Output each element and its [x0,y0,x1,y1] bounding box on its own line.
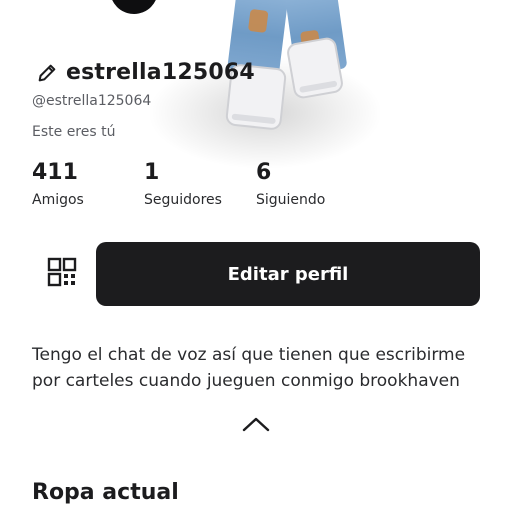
friends-count: 411 [32,160,78,185]
chevron-up-icon[interactable] [242,416,270,432]
following-label: Siguiendo [256,192,326,208]
followers-count: 1 [144,160,160,185]
bio-text: Tengo el chat de voz así que tienen que … [32,345,466,391]
avatar-hair [110,0,158,14]
followers-stat[interactable]: 1 Seguidores [144,160,222,208]
self-label: Este eres tú [32,124,116,140]
following-stat[interactable]: 6 Siguiendo [256,160,325,208]
pencil-icon[interactable] [36,62,58,84]
followers-label: Seguidores [144,192,222,208]
edit-profile-button[interactable]: Editar perfil [96,242,480,306]
qr-code-icon [47,257,77,287]
edit-profile-label: Editar perfil [227,263,349,285]
friends-stat[interactable]: 411 Amigos [32,160,84,208]
avatar-right-shoe [285,36,345,100]
display-name-row[interactable]: estrella125064 [36,60,255,85]
following-count: 6 [256,160,272,185]
current-outfit-title: Ropa actual [32,480,179,505]
username: @estrella125064 [32,93,152,109]
friends-label: Amigos [32,192,84,208]
qr-code-button[interactable] [40,252,84,292]
display-name: estrella125064 [66,60,255,85]
